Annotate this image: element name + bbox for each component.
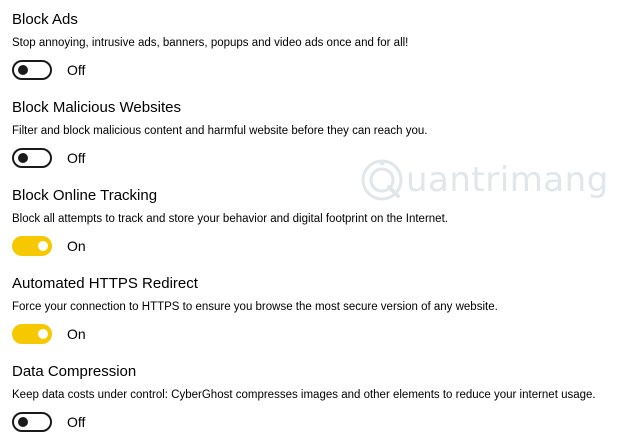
setting-description: Keep data costs under control: CyberGhos…: [12, 389, 596, 401]
automated-https-redirect-toggle[interactable]: [12, 324, 52, 344]
toggle-state-label: On: [67, 326, 86, 342]
watermark-text: uantrimang: [406, 160, 609, 200]
block-ads-toggle-row[interactable]: Off: [12, 58, 85, 82]
toggle-knob: [18, 65, 28, 75]
setting-description: Force your connection to HTTPS to ensure…: [12, 301, 498, 313]
block-online-tracking-toggle[interactable]: [12, 236, 52, 256]
block-online-tracking-toggle-row[interactable]: On: [12, 234, 86, 258]
toggle-state-label: Off: [67, 150, 86, 166]
data-compression-toggle-row[interactable]: Off: [12, 410, 85, 434]
setting-block-ads: Block Ads Stop annoying, intrusive ads, …: [12, 10, 624, 90]
setting-description: Stop annoying, intrusive ads, banners, p…: [12, 37, 409, 49]
toggle-knob: [38, 329, 48, 339]
watermark: uantrimang: [360, 152, 608, 208]
toggle-state-label: Off: [67, 62, 86, 78]
setting-title: Block Ads: [12, 11, 78, 28]
setting-title: Block Malicious Websites: [12, 99, 181, 116]
block-ads-toggle[interactable]: [12, 60, 52, 80]
setting-data-compression: Data Compression Keep data costs under c…: [12, 362, 624, 442]
toggle-state-label: Off: [67, 414, 86, 430]
setting-description: Block all attempts to track and store yo…: [12, 213, 448, 225]
automated-https-redirect-toggle-row[interactable]: On: [12, 322, 86, 346]
setting-automated-https-redirect: Automated HTTPS Redirect Force your conn…: [12, 274, 624, 354]
setting-title: Data Compression: [12, 363, 137, 380]
block-malicious-websites-toggle[interactable]: [12, 148, 52, 168]
setting-title: Automated HTTPS Redirect: [12, 275, 198, 292]
setting-title: Block Online Tracking: [12, 187, 158, 204]
block-malicious-websites-toggle-row[interactable]: Off: [12, 146, 85, 170]
data-compression-toggle[interactable]: [12, 412, 52, 432]
toggle-state-label: On: [67, 238, 86, 254]
toggle-knob: [18, 153, 28, 163]
quantrimang-logo-icon: [361, 159, 403, 201]
toggle-knob: [38, 241, 48, 251]
settings-list: Block Ads Stop annoying, intrusive ads, …: [0, 0, 631, 448]
setting-description: Filter and block malicious content and h…: [12, 125, 428, 137]
toggle-knob: [18, 417, 28, 427]
